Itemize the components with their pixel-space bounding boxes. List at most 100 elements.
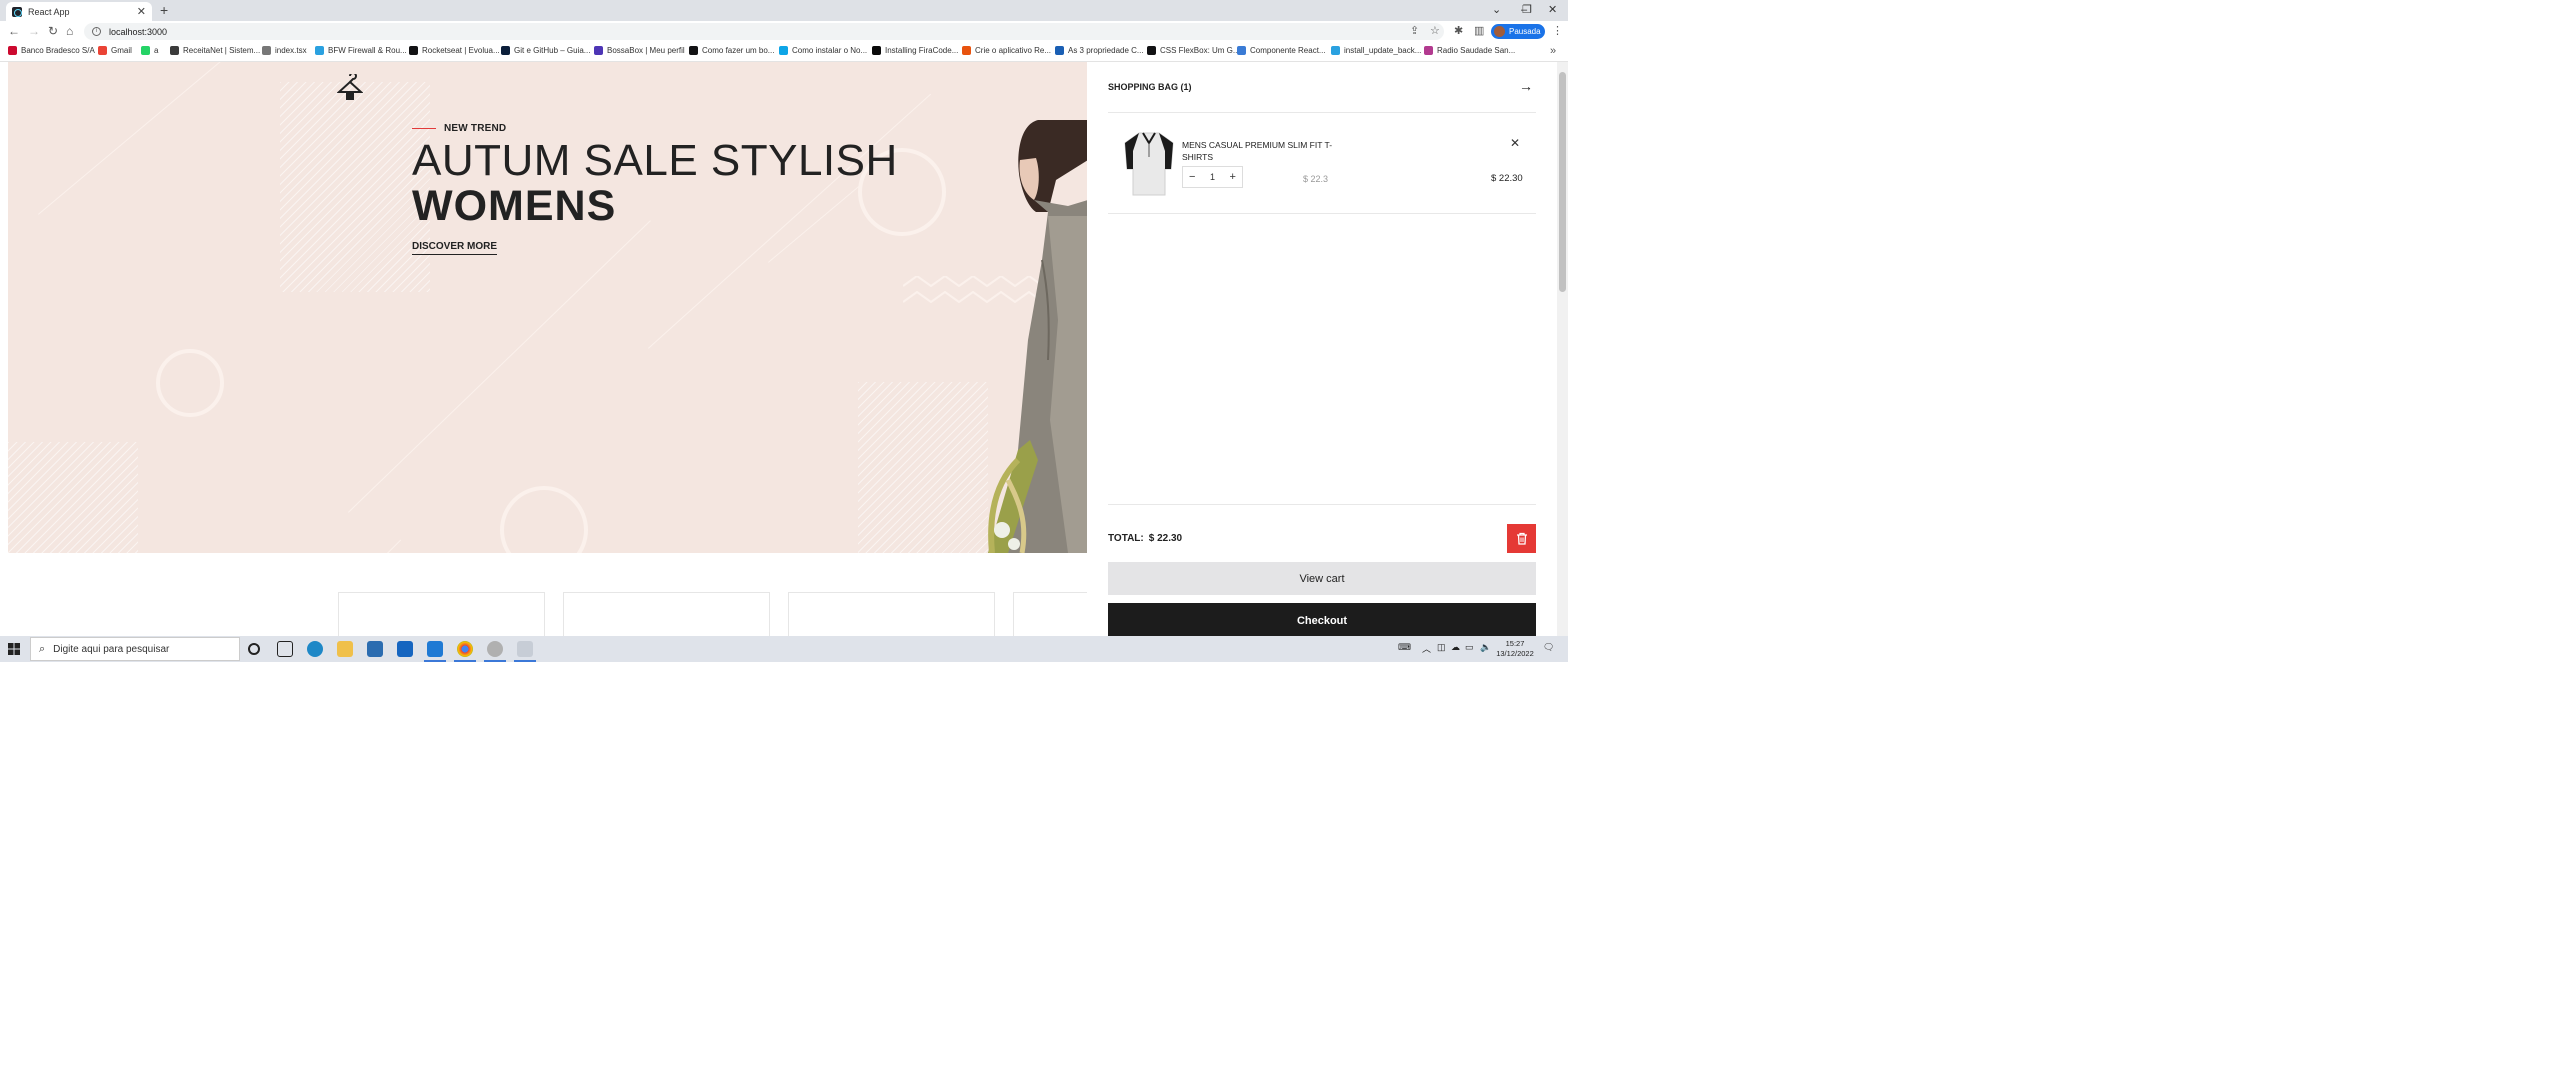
cortana-icon[interactable] [248,643,260,655]
tray-icon[interactable]: ◫ [1437,642,1446,653]
system-clock[interactable]: 15:27 13/12/2022 [1496,639,1534,659]
decor-line [38,62,223,215]
remove-item-icon[interactable]: ✕ [1510,136,1520,150]
page-scrollbar[interactable] [1557,62,1568,636]
checkout-button[interactable]: Checkout [1108,603,1536,636]
total-label: TOTAL: [1108,533,1144,544]
bookmark-item[interactable]: ReceitaNet | Sistem... [170,46,260,55]
new-tab-icon[interactable]: + [160,2,168,18]
bookmark-favicon-icon [501,46,510,55]
product-card[interactable] [563,592,770,636]
close-drawer-arrow-icon[interactable]: → [1519,78,1533,94]
bookmark-item[interactable]: install_update_back... [1331,46,1421,55]
back-icon[interactable]: ← [8,24,20,38]
address-bar[interactable]: i localhost:3000 [84,23,1444,40]
chevron-down-icon[interactable]: ⌄ [1492,2,1501,18]
divider [1108,504,1536,505]
hero-headline-bold: WOMENS [412,182,617,230]
hanger-logo-icon[interactable] [337,74,363,102]
edge-icon[interactable] [307,641,323,657]
forward-icon[interactable]: → [28,24,40,38]
site-info-icon[interactable]: i [92,27,101,36]
mail-icon[interactable] [397,641,413,657]
side-panel-icon[interactable]: ▥ [1474,24,1484,38]
line-total: $ 22.30 [1491,173,1523,184]
product-thumbnail[interactable] [1121,129,1177,197]
windows-start-icon[interactable] [8,643,20,655]
decrease-quantity-icon[interactable]: − [1189,171,1195,183]
menu-icon[interactable]: ⋮ [1552,24,1563,38]
store-icon[interactable] [367,641,383,657]
bookmark-label: Rocketseat | Evolua... [422,46,500,55]
bookmark-favicon-icon [1237,46,1246,55]
divider [1108,213,1536,214]
profile-button[interactable]: Pausada [1491,24,1545,39]
bookmark-label: Git e GitHub – Guia... [514,46,591,55]
profile-label: Pausada [1509,27,1541,36]
hero-tag-text: NEW TREND [444,123,507,134]
bookmark-item[interactable]: CSS FlexBox: Um G... [1147,46,1240,55]
bookmark-favicon-icon [1331,46,1340,55]
close-tab-icon[interactable]: ✕ [137,5,146,18]
onedrive-icon[interactable]: ☁ [1451,642,1460,653]
clear-cart-button[interactable] [1507,524,1536,553]
notification-icon[interactable]: 🗨 [1543,642,1554,653]
bookmark-item[interactable]: Como instalar o No... [779,46,867,55]
cart-total: TOTAL: $ 22.30 [1108,533,1182,544]
product-card[interactable] [1013,592,1087,636]
app-icon-2[interactable] [514,641,536,662]
bookmark-item[interactable]: Installing FiraCode... [872,46,958,55]
tray-chevron-icon[interactable]: ︿ [1422,642,1431,655]
quantity-stepper: − 1 + [1182,166,1243,188]
bookmarks-bar: » Banco Bradesco S/A Gmail a ReceitaNet | S… [0,42,1568,62]
taskbar-search-input[interactable]: ⌕ Digite aqui para pesquisar [30,637,240,661]
app-icon[interactable] [484,641,506,662]
hero-tag: NEW TREND [412,123,506,134]
volume-icon[interactable]: 🔈 [1480,642,1491,653]
chrome-icon[interactable] [454,641,476,662]
extensions-icon[interactable]: ✱ [1454,24,1463,38]
product-card[interactable] [338,592,545,636]
discover-more-link[interactable]: DISCOVER MORE [412,241,498,255]
share-icon[interactable]: ⇪ [1410,24,1419,38]
task-view-icon[interactable] [277,641,293,657]
bookmark-item[interactable]: Crie o aplicativo Re... [962,46,1051,55]
bookmark-item[interactable]: Gmail [98,46,132,55]
bookmark-item[interactable]: Como fazer um bo... [689,46,774,55]
bookmark-favicon-icon [962,46,971,55]
bookmark-item[interactable]: BFW Firewall & Rou... [315,46,407,55]
bookmark-favicon-icon [141,46,150,55]
file-explorer-icon[interactable] [337,641,353,657]
network-icon[interactable]: ▭ [1465,642,1474,653]
quantity-value: 1 [1209,172,1215,182]
vscode-icon[interactable] [424,641,446,662]
cart-title: SHOPPING BAG (1) [1108,82,1192,92]
bookmark-item[interactable]: BossaBox | Meu perfil [594,46,685,55]
react-favicon-icon [12,6,22,17]
view-cart-button[interactable]: View cart [1108,562,1536,595]
keyboard-icon[interactable]: ⌨ [1398,642,1411,653]
increase-quantity-icon[interactable]: + [1230,171,1236,183]
bookmark-item[interactable]: As 3 propriedade C... [1055,46,1144,55]
bookmark-favicon-icon [872,46,881,55]
bookmark-item[interactable]: Componente React... [1237,46,1326,55]
bookmark-item[interactable]: a [141,46,158,55]
bookmark-item[interactable]: index.tsx [262,46,307,55]
home-icon[interactable]: ⌂ [66,24,73,38]
bookmark-star-icon[interactable]: ☆ [1430,24,1440,38]
more-bookmarks-icon[interactable]: » [1550,44,1556,58]
bookmark-item[interactable]: Radio Saudade San... [1424,46,1515,55]
window-close-icon[interactable]: ✕ [1548,2,1557,18]
bookmark-label: Banco Bradesco S/A [21,46,95,55]
window-restore-icon[interactable]: ❐ [1522,2,1532,18]
browser-tab[interactable]: React App ✕ [6,2,152,21]
bookmark-item[interactable]: Rocketseat | Evolua... [409,46,500,55]
reload-icon[interactable]: ↻ [48,24,58,38]
bookmark-label: install_update_back... [1344,46,1422,55]
scrollbar-thumb[interactable] [1559,72,1566,292]
decor-circle [500,486,588,553]
trash-icon [1516,532,1527,545]
bookmark-item[interactable]: Banco Bradesco S/A [8,46,95,55]
product-card[interactable] [788,592,995,636]
bookmark-item[interactable]: Git e GitHub – Guia... [501,46,590,55]
